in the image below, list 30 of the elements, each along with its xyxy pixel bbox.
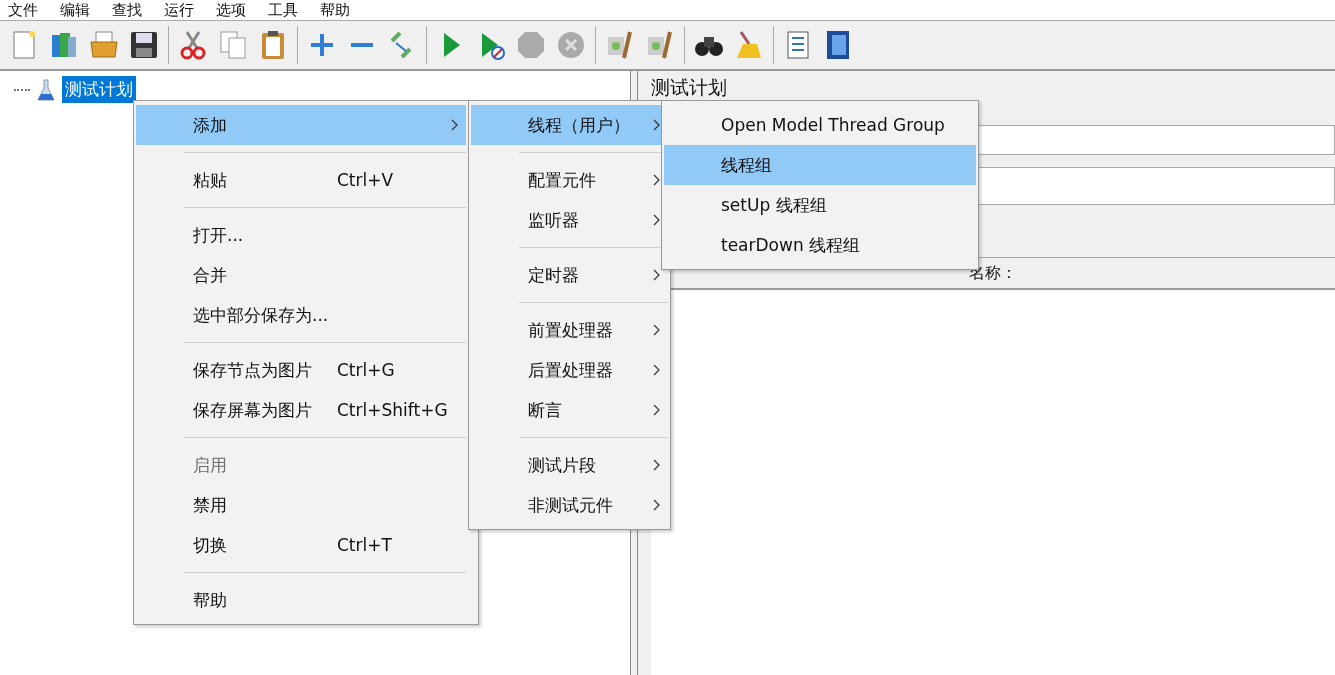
menu-item[interactable]: 帮助	[320, 1, 350, 19]
tree-item[interactable]: 测试计划	[62, 76, 136, 103]
tree-line	[14, 88, 30, 91]
menu-item[interactable]: 粘贴 Ctrl+V	[136, 160, 466, 200]
menu-item[interactable]: 文件	[8, 1, 38, 19]
menu-item[interactable]: 切换 Ctrl+T	[136, 525, 466, 565]
menu-item[interactable]: 测试片段	[471, 445, 668, 485]
menu-item[interactable]: 运行	[164, 1, 194, 19]
menu-item[interactable]: 线程组	[664, 145, 976, 185]
menu-item[interactable]: 前置处理器	[471, 310, 668, 350]
panel-title: 测试计划	[651, 75, 728, 100]
menu-item[interactable]: 断言	[471, 390, 668, 430]
menu-item[interactable]: 禁用	[136, 485, 466, 525]
menu-item[interactable]: 选中部分保存为...	[136, 295, 466, 335]
flask-icon	[36, 77, 56, 102]
menu-item[interactable]: setUp 线程组	[664, 185, 976, 225]
menu-item[interactable]: 合并	[136, 255, 466, 295]
menu-item[interactable]: 添加	[136, 105, 466, 145]
menu-item[interactable]: 选项	[216, 1, 246, 19]
menu-item[interactable]: 保存节点为图片 Ctrl+G	[136, 350, 466, 390]
menu-item[interactable]: 工具	[268, 1, 298, 19]
menu-item[interactable]: 帮助	[136, 580, 466, 620]
menu-item[interactable]: 查找	[112, 1, 142, 19]
menu-item[interactable]: 编辑	[60, 1, 90, 19]
save-icon[interactable]	[128, 29, 160, 61]
open-folder-icon[interactable]	[88, 29, 120, 61]
menu-item[interactable]: 后置处理器	[471, 350, 668, 390]
menu-item[interactable]: 打开...	[136, 215, 466, 255]
menu-item[interactable]: 非测试元件	[471, 485, 668, 525]
menu-item[interactable]: 保存屏幕为图片 Ctrl+Shift+G	[136, 390, 466, 430]
